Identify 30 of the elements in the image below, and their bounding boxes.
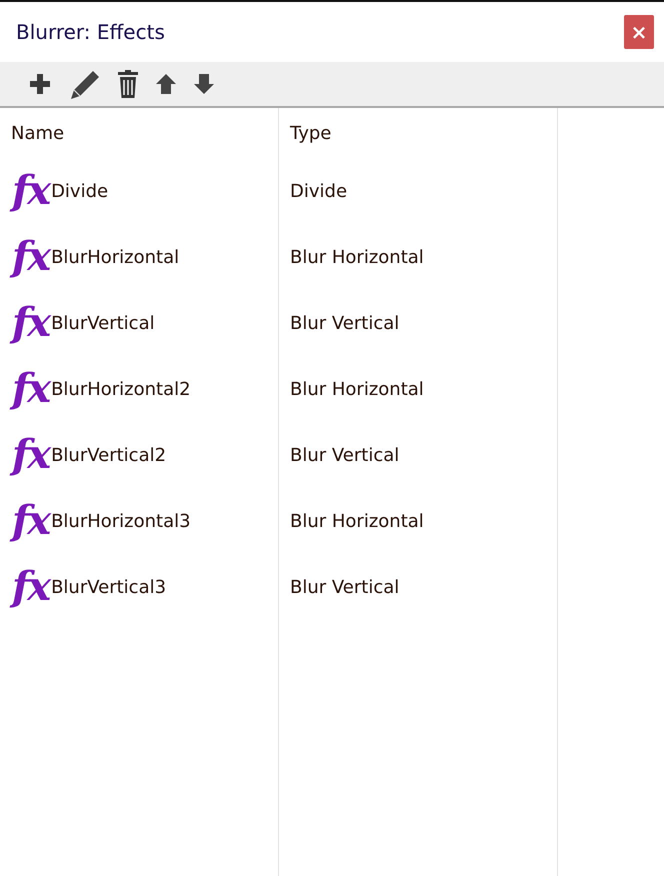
add-icon[interactable] xyxy=(27,71,53,97)
effect-type: Blur Vertical xyxy=(290,576,400,598)
column-header[interactable]: Type xyxy=(279,108,558,158)
effect-name: BlurVertical3 xyxy=(51,576,166,598)
fx-icon: fx xyxy=(12,501,50,541)
fx-icon: fx xyxy=(12,435,50,475)
effect-type: Blur Vertical xyxy=(290,312,400,334)
fx-icon: fx xyxy=(12,303,50,343)
effect-name: Divide xyxy=(51,180,108,202)
effect-type: Blur Horizontal xyxy=(290,378,424,400)
fx-icon: fx xyxy=(12,171,50,211)
effect-name: BlurHorizontal2 xyxy=(51,378,191,400)
trash-icon[interactable] xyxy=(117,69,139,99)
pencil-icon[interactable] xyxy=(69,69,101,99)
window-title: Blurrer: Effects xyxy=(16,20,165,44)
effect-type: Blur Horizontal xyxy=(290,246,424,268)
effect-type: Blur Vertical xyxy=(290,444,400,466)
close-button[interactable]: × xyxy=(624,15,654,49)
fx-icon: fx xyxy=(12,369,50,409)
effect-name: BlurVertical2 xyxy=(51,444,166,466)
effect-name: BlurHorizontal xyxy=(51,246,180,268)
column-header[interactable]: Name xyxy=(0,108,279,158)
fx-icon: fx xyxy=(12,237,50,277)
down-arrow-icon[interactable] xyxy=(193,73,215,95)
effect-type: Divide xyxy=(290,180,348,202)
effect-name: BlurHorizontal3 xyxy=(51,510,191,532)
effect-name: BlurVertical xyxy=(51,312,155,334)
effect-type: Blur Horizontal xyxy=(290,510,424,532)
fx-icon: fx xyxy=(12,567,50,607)
up-arrow-icon[interactable] xyxy=(155,73,177,95)
